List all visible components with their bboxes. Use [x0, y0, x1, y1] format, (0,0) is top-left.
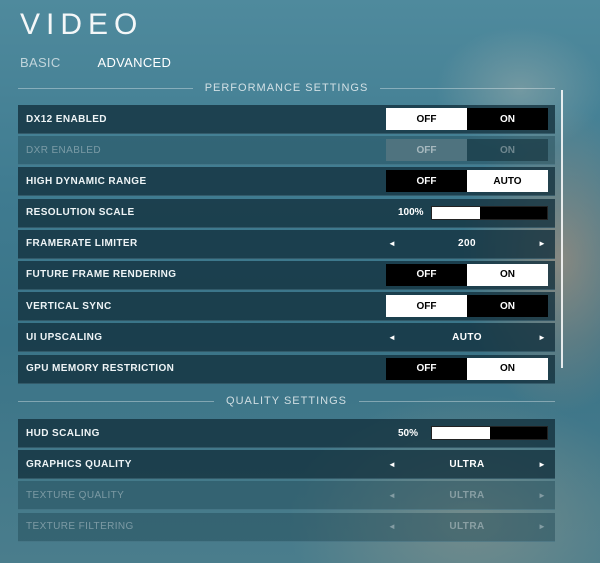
scrollbar[interactable]	[561, 90, 563, 368]
left-arrow-icon: ◄	[388, 522, 396, 532]
page-title: VIDEO	[20, 8, 144, 41]
hud-scaling-slider[interactable]: 50%	[386, 422, 548, 444]
quality-settings-list: HUD SCALING 50% GRAPHICS QUALITY ◄ ULTRA…	[18, 419, 555, 544]
setting-label: RESOLUTION SCALE	[26, 207, 135, 219]
setting-row-hud-scaling[interactable]: HUD SCALING 50%	[18, 419, 555, 448]
slider-value: 100%	[398, 207, 424, 219]
quality-settings-header: QUALITY SETTINGS	[18, 394, 555, 408]
toggle-option-off[interactable]: OFF	[386, 358, 467, 380]
setting-row-dxr: DXR ENABLED OFF ON	[18, 136, 555, 166]
quality-settings-title: QUALITY SETTINGS	[226, 395, 347, 407]
setting-label: FRAMERATE LIMITER	[26, 238, 138, 250]
toggle-option-on: ON	[500, 144, 515, 156]
setting-label: HUD SCALING	[26, 427, 100, 439]
setting-row-gpu-memory-restriction[interactable]: GPU MEMORY RESTRICTION OFF ON	[18, 354, 555, 384]
tab-basic[interactable]: BASIC	[20, 55, 61, 70]
slider-track[interactable]	[431, 205, 548, 220]
setting-label: GRAPHICS QUALITY	[26, 458, 132, 470]
setting-row-dx12[interactable]: DX12 ENABLED OFF ON	[18, 105, 555, 134]
setting-label: DXR ENABLED	[26, 144, 101, 156]
toggle-option-off[interactable]: OFF	[386, 264, 467, 286]
tab-bar: BASIC ADVANCED	[20, 55, 171, 70]
right-arrow-icon[interactable]: ►	[536, 333, 548, 342]
setting-label: VERTICAL SYNC	[26, 300, 112, 312]
right-arrow-icon[interactable]: ►	[536, 460, 548, 469]
setting-row-texture-filtering: TEXTURE FILTERING ◄ ULTRA ►	[18, 512, 555, 542]
tab-advanced[interactable]: ADVANCED	[98, 55, 172, 70]
left-arrow-icon[interactable]: ◄	[386, 333, 398, 342]
left-arrow-icon: ◄	[388, 490, 396, 500]
performance-settings-list: DX12 ENABLED OFF ON DXR ENABLED OFF ON H…	[18, 105, 555, 386]
setting-row-hdr[interactable]: HIGH DYNAMIC RANGE OFF AUTO	[18, 167, 555, 197]
right-arrow-icon: ►	[538, 522, 546, 532]
setting-label: UI UPSCALING	[26, 331, 103, 343]
setting-label: DX12 ENABLED	[26, 113, 107, 125]
resolution-scale-slider[interactable]: 100%	[386, 202, 548, 224]
toggle-option-off[interactable]: OFF	[386, 295, 467, 318]
setting-row-vertical-sync[interactable]: VERTICAL SYNC OFF ON	[18, 292, 555, 322]
slider-fill	[432, 427, 490, 439]
framerate-limiter-selector[interactable]: ◄ 200 ►	[386, 233, 548, 255]
right-arrow-icon[interactable]: ►	[536, 239, 548, 248]
slider-value: 50%	[398, 427, 419, 439]
slider-track[interactable]	[431, 426, 548, 440]
right-arrow-icon: ►	[538, 490, 546, 500]
slider-fill	[432, 206, 481, 219]
setting-row-graphics-quality[interactable]: GRAPHICS QUALITY ◄ ULTRA ►	[18, 450, 555, 480]
dx12-toggle[interactable]: OFF ON	[386, 108, 548, 130]
gpu-memory-toggle[interactable]: OFF ON	[386, 357, 548, 380]
performance-settings-title: PERFORMANCE SETTINGS	[204, 82, 369, 94]
performance-settings-header: PERFORMANCE SETTINGS	[18, 81, 555, 95]
toggle-option-on[interactable]: ON	[467, 295, 548, 317]
selector-value: ULTRA	[449, 458, 485, 470]
graphics-quality-selector[interactable]: ◄ ULTRA ►	[386, 453, 548, 475]
selector-value: 200	[458, 238, 476, 250]
setting-row-future-frame-rendering[interactable]: FUTURE FRAME RENDERING OFF ON	[18, 260, 555, 290]
dxr-toggle: OFF ON	[386, 139, 548, 162]
toggle-option-auto[interactable]: AUTO	[467, 170, 548, 193]
toggle-option-off[interactable]: OFF	[386, 108, 467, 130]
setting-label: FUTURE FRAME RENDERING	[26, 269, 177, 281]
setting-row-texture-quality: TEXTURE QUALITY ◄ ULTRA ►	[18, 481, 555, 511]
setting-row-framerate-limiter[interactable]: FRAMERATE LIMITER ◄ 200 ►	[18, 229, 555, 259]
setting-label: HIGH DYNAMIC RANGE	[26, 175, 147, 187]
left-arrow-icon[interactable]: ◄	[386, 460, 398, 469]
selector-value: ULTRA	[449, 521, 485, 533]
texture-filtering-selector: ◄ ULTRA ►	[386, 516, 548, 538]
setting-row-resolution-scale[interactable]: RESOLUTION SCALE 100%	[18, 198, 555, 228]
texture-quality-selector: ◄ ULTRA ►	[386, 484, 548, 506]
selector-value: AUTO	[452, 331, 482, 343]
toggle-option-on[interactable]: ON	[467, 357, 548, 380]
selector-value: ULTRA	[449, 489, 485, 501]
setting-label: TEXTURE QUALITY	[26, 489, 125, 501]
hdr-toggle[interactable]: OFF AUTO	[386, 170, 548, 193]
future-frame-toggle[interactable]: OFF ON	[386, 263, 548, 286]
setting-label: GPU MEMORY RESTRICTION	[26, 363, 175, 374]
toggle-option-on[interactable]: ON	[467, 108, 548, 130]
setting-label: TEXTURE FILTERING	[26, 521, 134, 533]
vsync-toggle[interactable]: OFF ON	[386, 295, 548, 318]
toggle-option-on[interactable]: ON	[467, 263, 548, 286]
toggle-option-off[interactable]: OFF	[386, 170, 467, 192]
ui-upscaling-selector[interactable]: ◄ AUTO ►	[386, 326, 548, 348]
setting-row-ui-upscaling[interactable]: UI UPSCALING ◄ AUTO ►	[18, 323, 555, 353]
toggle-option-off: OFF	[386, 139, 467, 162]
left-arrow-icon[interactable]: ◄	[386, 239, 398, 248]
